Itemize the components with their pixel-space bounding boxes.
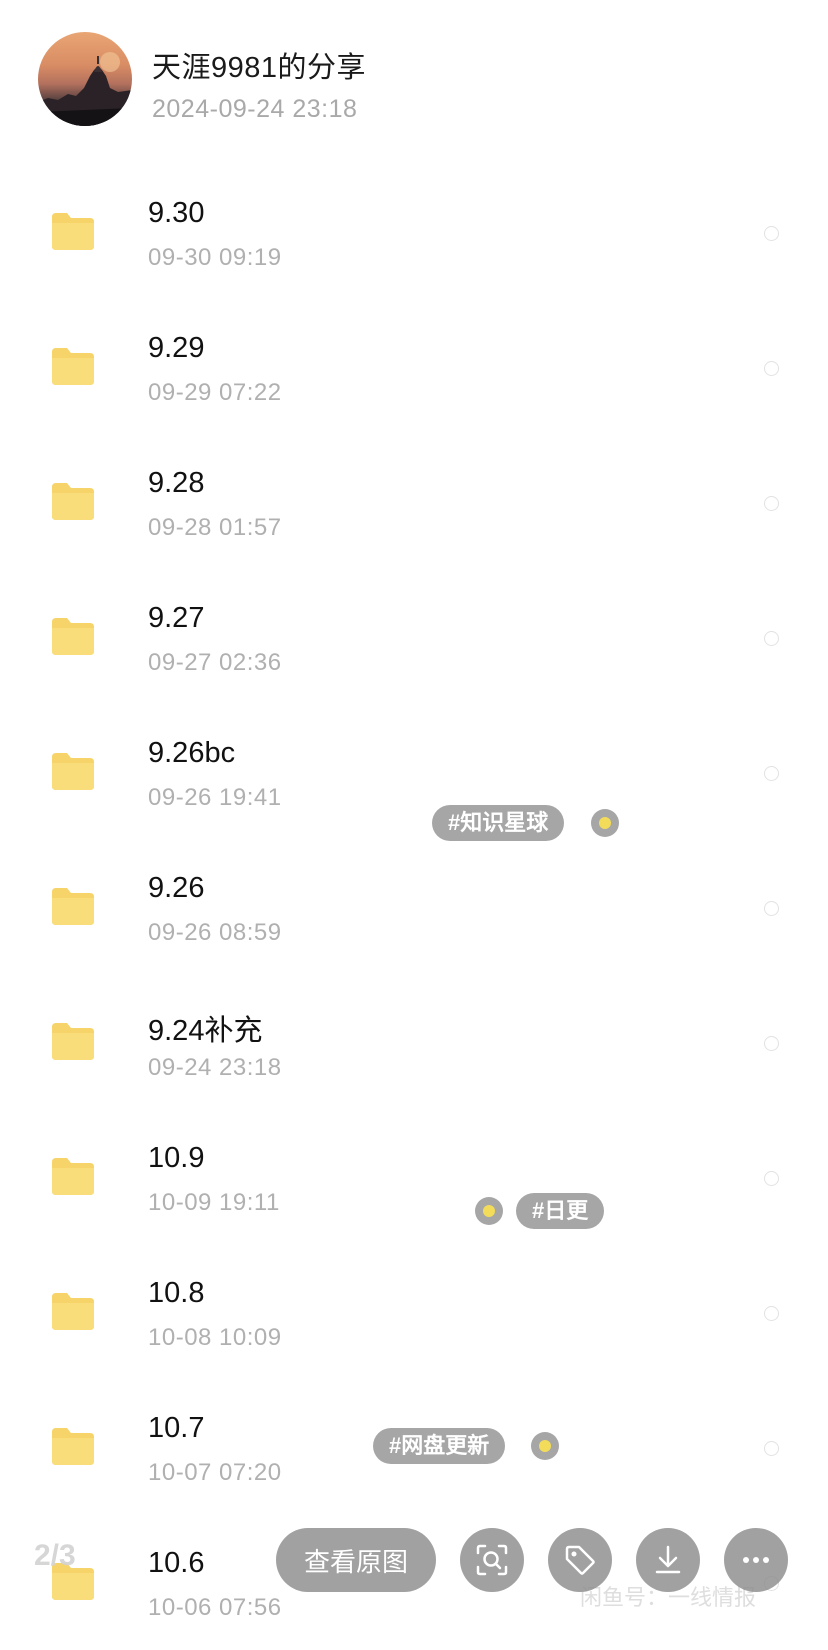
file-name: 9.26bc	[148, 737, 236, 769]
tag-netdisk-update[interactable]: #网盘更新	[373, 1428, 506, 1464]
tag-dot[interactable]	[475, 1197, 503, 1225]
select-radio[interactable]	[764, 1441, 779, 1456]
file-row[interactable]: 10.9 10-09 19:11	[0, 1110, 828, 1245]
file-row[interactable]: 9.24补充 09-24 23:18	[0, 975, 828, 1110]
file-row[interactable]: 9.26 09-26 08:59	[0, 840, 828, 975]
tag-icon	[565, 1545, 595, 1575]
file-name: 9.24补充	[148, 1015, 263, 1047]
folder-icon	[52, 348, 94, 385]
download-button[interactable]	[636, 1528, 700, 1592]
file-name: 10.6	[148, 1547, 205, 1579]
folder-icon	[52, 888, 94, 925]
select-radio[interactable]	[764, 901, 779, 916]
file-name: 10.9	[148, 1142, 205, 1174]
share-title: 天涯9981的分享	[152, 52, 367, 84]
select-radio[interactable]	[764, 766, 779, 781]
file-time: 09-28 01:57	[148, 514, 282, 541]
page-indicator: 2/3	[34, 1539, 76, 1572]
share-header: 天涯9981的分享 2024-09-24 23:18	[0, 0, 828, 160]
file-name: 9.29	[148, 332, 205, 364]
file-time: 09-29 07:22	[148, 379, 282, 406]
scan-search-icon	[476, 1544, 508, 1576]
tag-daily-update[interactable]: #日更	[516, 1193, 605, 1229]
scan-search-button[interactable]	[460, 1528, 524, 1592]
file-time: 10-06 07:56	[148, 1594, 282, 1621]
view-original-button[interactable]: 查看原图	[276, 1528, 436, 1592]
file-time: 10-07 07:20	[148, 1459, 282, 1486]
file-name: 9.26	[148, 872, 205, 904]
file-row[interactable]: 9.28 09-28 01:57	[0, 435, 828, 570]
share-time: 2024-09-24 23:18	[152, 95, 358, 123]
file-time: 09-30 09:19	[148, 244, 282, 271]
folder-icon	[52, 753, 94, 790]
tag-button[interactable]	[548, 1528, 612, 1592]
file-time: 10-09 19:11	[148, 1189, 280, 1216]
select-radio[interactable]	[764, 631, 779, 646]
file-name: 9.27	[148, 602, 205, 634]
select-radio[interactable]	[764, 1036, 779, 1051]
tag-dot[interactable]	[591, 809, 619, 837]
file-time: 09-26 19:41	[148, 784, 282, 811]
file-name: 10.7	[148, 1412, 205, 1444]
file-time: 09-24 23:18	[148, 1054, 282, 1081]
file-time: 10-08 10:09	[148, 1324, 282, 1351]
folder-icon	[52, 618, 94, 655]
folder-icon	[52, 1158, 94, 1195]
download-icon	[655, 1545, 681, 1574]
tag-dot[interactable]	[531, 1432, 559, 1460]
select-radio[interactable]	[764, 1306, 779, 1321]
file-row[interactable]: 9.29 09-29 07:22	[0, 300, 828, 435]
file-time: 09-27 02:36	[148, 649, 282, 676]
file-row[interactable]: 10.8 10-08 10:09	[0, 1245, 828, 1380]
folder-icon	[52, 1023, 94, 1060]
folder-icon	[52, 483, 94, 520]
folder-icon	[52, 1293, 94, 1330]
select-radio[interactable]	[764, 226, 779, 241]
avatar-image	[38, 52, 132, 126]
file-row[interactable]: 9.27 09-27 02:36	[0, 570, 828, 705]
file-name: 9.30	[148, 197, 205, 229]
file-name: 10.8	[148, 1277, 205, 1309]
file-row[interactable]: 9.26bc 09-26 19:41	[0, 705, 828, 840]
tag-knowledge-planet[interactable]: #知识星球	[432, 805, 565, 841]
folder-icon	[52, 213, 94, 250]
file-time: 09-26 08:59	[148, 919, 282, 946]
select-radio[interactable]	[764, 496, 779, 511]
more-icon	[743, 1557, 769, 1563]
file-name: 9.28	[148, 467, 205, 499]
avatar[interactable]	[38, 32, 132, 126]
folder-icon	[52, 1428, 94, 1465]
select-radio[interactable]	[764, 361, 779, 376]
file-row[interactable]: 9.30 09-30 09:19	[0, 165, 828, 300]
select-radio[interactable]	[764, 1171, 779, 1186]
more-button[interactable]	[724, 1528, 788, 1592]
